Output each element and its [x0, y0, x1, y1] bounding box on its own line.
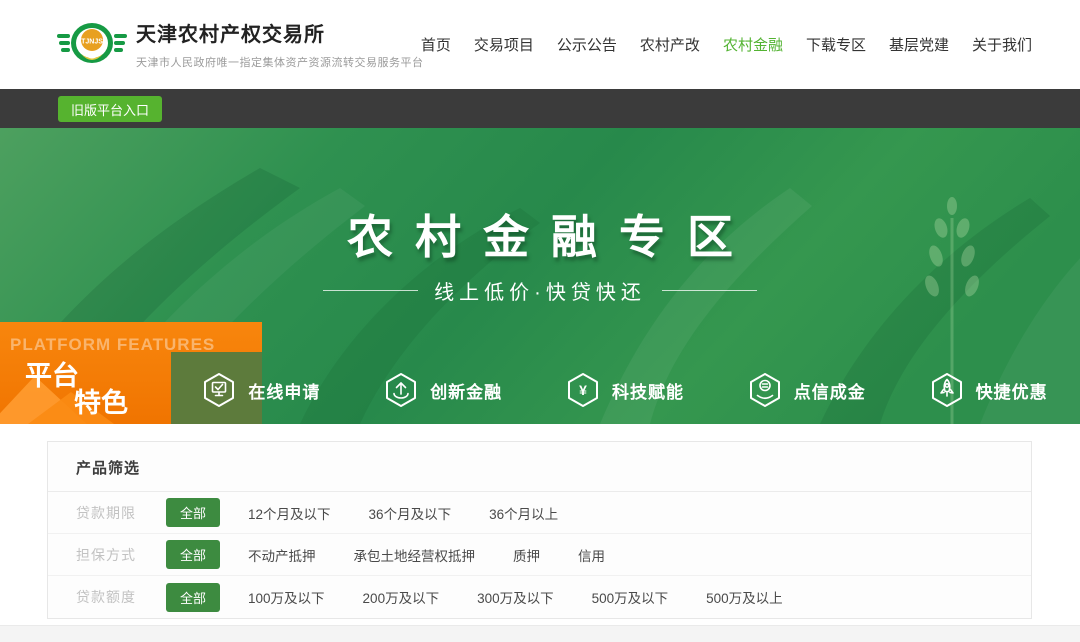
filter-option[interactable]: 不动产抵押	[248, 545, 316, 565]
filter-row: 担保方式 全部 不动产抵押 承包土地经营权抵押 质押 信用	[48, 534, 1031, 576]
filter-option[interactable]: 质押	[513, 545, 540, 565]
rocket-icon	[931, 372, 963, 408]
feature-tab-strip: 在线申请 创新金融 ¥ 科技赋能 点信成金 快捷优惠	[171, 356, 1080, 424]
filter-options: 100万及以下 200万及以下 300万及以下 500万及以下 500万及以上	[248, 587, 821, 607]
site-header: TJNJS 天津农村产权交易所 天津市人民政府唯一指定集体资产资源流转交易服务平…	[0, 0, 1080, 89]
nav-item-party[interactable]: 基层党建	[889, 34, 949, 55]
site-subtitle: 天津市人民政府唯一指定集体资产资源流转交易服务平台	[136, 54, 424, 70]
filter-option[interactable]: 500万及以下	[592, 587, 669, 607]
svg-text:TJNJS: TJNJS	[81, 39, 103, 46]
filter-options: 12个月及以下 36个月及以下 36个月以上	[248, 503, 596, 523]
product-filter-card: 产品筛选 贷款期限 全部 12个月及以下 36个月及以下 36个月以上 担保方式 全…	[47, 441, 1032, 619]
nav-item-projects[interactable]: 交易项目	[474, 34, 534, 55]
filter-option[interactable]: 100万及以下	[248, 587, 325, 607]
coin-hand-icon	[749, 372, 781, 408]
site-title: 天津农村产权交易所	[136, 18, 424, 47]
nav-item-finance[interactable]: 农村金融	[723, 34, 783, 55]
nav-item-home[interactable]: 首页	[421, 34, 451, 55]
svg-text:¥: ¥	[579, 382, 587, 398]
platform-features-cn-line1: 平台	[25, 354, 79, 393]
logo-emblem-icon: TJNJS	[57, 16, 127, 72]
filter-label: 贷款期限	[76, 503, 166, 523]
nav-item-notices[interactable]: 公示公告	[557, 34, 617, 55]
topbar: 旧版平台入口	[0, 89, 1080, 128]
banner-subtitle: 线上低价·快贷快还	[0, 276, 1080, 305]
banner-title: 农村金融专区	[0, 201, 1080, 267]
filter-option[interactable]: 信用	[578, 545, 605, 565]
filter-label: 贷款额度	[76, 587, 166, 607]
filter-row: 贷款额度 全部 100万及以下 200万及以下 300万及以下 500万及以下 500万…	[48, 576, 1031, 618]
feature-tab[interactable]: 创新金融	[353, 356, 535, 424]
filter-all-button[interactable]: 全部	[166, 540, 220, 569]
filter-option[interactable]: 300万及以下	[477, 587, 554, 607]
filter-rows: 贷款期限 全部 12个月及以下 36个月及以下 36个月以上 担保方式 全部 不动产…	[48, 492, 1031, 618]
filter-options: 不动产抵押 承包土地经营权抵押 质押 信用	[248, 545, 643, 565]
filter-option[interactable]: 承包土地经营权抵押	[354, 545, 476, 565]
filter-option[interactable]: 12个月及以下	[248, 503, 331, 523]
yen-icon: ¥	[567, 372, 599, 408]
filter-label: 担保方式	[76, 545, 166, 565]
subtitle-line-left	[323, 290, 418, 291]
nav-item-reform[interactable]: 农村产改	[640, 34, 700, 55]
subtitle-line-right	[662, 290, 757, 291]
old-platform-button[interactable]: 旧版平台入口	[58, 96, 162, 122]
feature-tab[interactable]: 快捷优惠	[898, 356, 1080, 424]
filter-option[interactable]: 36个月以上	[489, 503, 558, 523]
filter-option[interactable]: 36个月及以下	[369, 503, 452, 523]
platform-features-cn-line2: 特色	[74, 381, 128, 420]
filter-all-button[interactable]: 全部	[166, 498, 220, 527]
main-nav: 首页 交易项目 公示公告 农村产改 农村金融 下载专区 基层党建 关于我们	[398, 0, 1032, 89]
nav-item-about[interactable]: 关于我们	[972, 34, 1032, 55]
filter-card-title: 产品筛选	[48, 442, 1031, 492]
feature-tab[interactable]: 在线申请	[171, 356, 353, 424]
filter-all-button[interactable]: 全部	[166, 583, 220, 612]
finance-banner: 农村金融专区 线上低价·快贷快还 PLATFORM FEATURES 平台 特色…	[0, 128, 1080, 424]
filter-option[interactable]: 500万及以上	[706, 587, 783, 607]
monitor-check-icon	[203, 372, 235, 408]
footer-band	[0, 625, 1080, 642]
filter-row: 贷款期限 全部 12个月及以下 36个月及以下 36个月以上	[48, 492, 1031, 534]
filter-option[interactable]: 200万及以下	[363, 587, 440, 607]
site-logo[interactable]: TJNJS 天津农村产权交易所 天津市人民政府唯一指定集体资产资源流转交易服务平…	[57, 16, 424, 72]
feature-tab[interactable]: 点信成金	[716, 356, 898, 424]
feature-tab[interactable]: ¥ 科技赋能	[535, 356, 717, 424]
nav-item-downloads[interactable]: 下载专区	[806, 34, 866, 55]
cloud-growth-icon	[385, 372, 417, 408]
banner-subtitle-text: 线上低价·快贷快还	[434, 276, 646, 305]
